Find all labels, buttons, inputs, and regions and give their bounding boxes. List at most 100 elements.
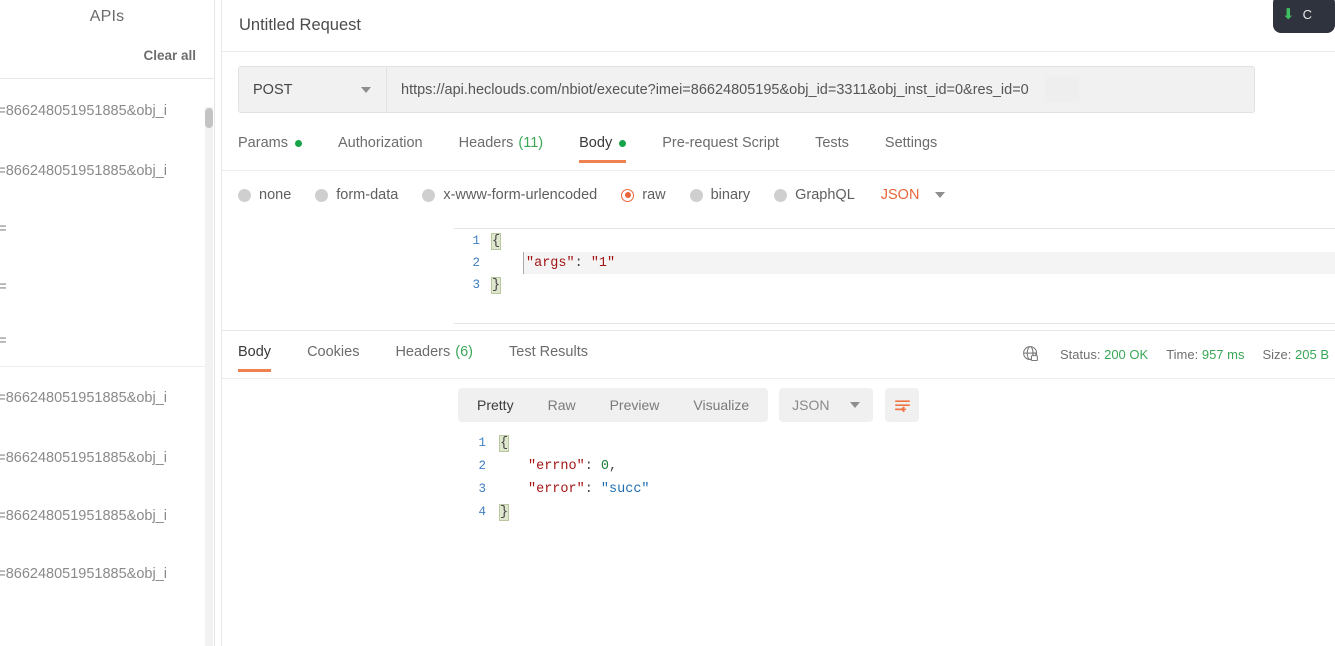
radio-icon	[774, 188, 788, 202]
list-item-label: i=866248051951885&obj_i	[0, 450, 167, 466]
list-item[interactable]: i=866248051951885&obj_i	[0, 367, 214, 429]
code-brace: {	[498, 434, 510, 452]
response-view-modes: Pretty Raw Preview Visualize	[458, 388, 769, 422]
tab-headers[interactable]: Headers (11)	[459, 131, 544, 163]
editor-bottom-border	[454, 323, 1335, 324]
time-metric: Time: 957 ms	[1166, 347, 1244, 362]
view-mode-preview[interactable]: Preview	[593, 388, 677, 422]
code-brace: }	[498, 503, 510, 521]
code-line: }	[498, 503, 510, 521]
page-title[interactable]: Untitled Request	[239, 16, 361, 35]
url-text-head: https://api.heclouds.com/nbiot/execute?i…	[401, 81, 780, 98]
json-key: "args"	[526, 255, 575, 271]
list-item[interactable]: i=866248051951885&obj_i	[0, 142, 214, 200]
download-notification-label: C	[1302, 6, 1312, 22]
json-value: "1"	[590, 255, 616, 271]
sidebar: APIs Clear all i=866248051951885&obj_i i…	[0, 0, 215, 646]
list-item[interactable]: i=866248051951885&obj_i	[0, 316, 214, 366]
body-type-label: GraphQL	[795, 187, 855, 203]
clear-all-button[interactable]: Clear all	[143, 48, 196, 63]
response-format-label: JSON	[792, 397, 830, 413]
request-tabs: Params Authorization Headers (11) Body P…	[238, 131, 937, 167]
body-type-none[interactable]: none	[238, 187, 291, 203]
status-metric: Status: 200 OK	[1060, 347, 1148, 362]
tab-label: Headers	[458, 135, 514, 151]
json-comma: ,	[609, 458, 618, 474]
tab-params[interactable]: Params	[238, 131, 302, 163]
sidebar-header-title: APIs	[89, 7, 125, 25]
tab-label: Pre-request Script	[662, 135, 780, 151]
code-line: {	[490, 232, 502, 250]
response-tab-cookies[interactable]: Cookies	[307, 340, 359, 372]
request-body-editor[interactable]: 1 { 2 "args": "1" 3 }	[454, 228, 1335, 324]
response-tabs-divider	[222, 378, 1335, 379]
http-method-select[interactable]: POST	[239, 67, 387, 112]
radio-icon	[238, 188, 251, 202]
line-number: 3	[478, 482, 486, 496]
sidebar-scrollbar-thumb[interactable]	[205, 108, 213, 128]
tab-authorization[interactable]: Authorization	[338, 131, 423, 163]
view-mode-raw[interactable]: Raw	[531, 388, 593, 422]
body-type-graphql[interactable]: GraphQL	[774, 187, 855, 203]
body-type-label: x-www-form-urlencoded	[443, 187, 598, 203]
word-wrap-button[interactable]	[885, 388, 920, 422]
download-arrow-icon: ⬇	[1282, 5, 1295, 23]
tab-tests[interactable]: Tests	[815, 131, 849, 163]
line-number: 1	[478, 436, 486, 450]
size-value: 205 B	[1295, 346, 1329, 362]
postman-window: APIs Clear all i=866248051951885&obj_i i…	[0, 0, 1335, 646]
response-tab-test-results[interactable]: Test Results	[509, 340, 588, 372]
response-tab-headers[interactable]: Headers (6)	[395, 340, 473, 372]
list-item[interactable]: i=866248051951885&obj_i	[0, 258, 214, 316]
url-input[interactable]: https://api.heclouds.com/nbiot/execute?i…	[387, 67, 1254, 112]
view-mode-visualize[interactable]: Visualize	[676, 388, 766, 422]
request-tabs-divider	[222, 170, 1335, 171]
list-item[interactable]: i=866248051951885&obj_i	[0, 200, 214, 258]
list-item[interactable]: i=866248051951885&obj_i	[0, 79, 214, 142]
http-method-label: POST	[253, 81, 293, 98]
line-number: 2	[478, 459, 486, 473]
body-type-form-data[interactable]: form-data	[315, 187, 398, 203]
download-notification-popup[interactable]: ⬇ C	[1273, 0, 1335, 33]
body-type-label: raw	[642, 187, 666, 203]
list-item[interactable]: i=866248051951885&obj_i	[0, 545, 214, 603]
body-type-raw[interactable]: raw	[621, 187, 666, 203]
sidebar-clear-all-row: Clear all	[0, 33, 214, 78]
body-type-options: none form-data x-www-form-urlencoded raw…	[238, 182, 946, 208]
tab-count: (6)	[455, 344, 473, 360]
radio-icon-selected	[621, 188, 635, 202]
radio-icon	[422, 188, 436, 202]
response-body-viewer[interactable]: 1 { 2 "errno": 0, 3 "error": "succ" 4 }	[454, 432, 1335, 542]
globe-lock-icon[interactable]	[1022, 345, 1040, 363]
modified-dot-icon	[619, 139, 627, 147]
view-mode-pretty[interactable]: Pretty	[460, 388, 531, 422]
body-language-select[interactable]: JSON	[881, 187, 946, 203]
tab-count: (11)	[518, 135, 544, 151]
tab-body[interactable]: Body	[579, 131, 627, 163]
time-label: Time:	[1166, 346, 1199, 362]
body-type-x-www-form-urlencoded[interactable]: x-www-form-urlencoded	[422, 187, 597, 203]
url-redaction-mask	[1046, 77, 1079, 101]
response-format-select[interactable]: JSON	[779, 388, 874, 422]
json-colon: :	[574, 255, 591, 271]
modified-dot-icon	[294, 139, 302, 147]
size-label: Size:	[1262, 346, 1292, 362]
tab-pre-request-script[interactable]: Pre-request Script	[662, 131, 779, 163]
status-label: Status:	[1060, 346, 1101, 362]
body-type-label: none	[259, 187, 292, 203]
code-brace: }	[490, 276, 502, 294]
code-line: {	[498, 434, 510, 452]
list-item-label: i=866248051951885&obj_i	[0, 279, 6, 295]
tab-settings[interactable]: Settings	[885, 131, 937, 163]
list-item-label: i=866248051951885&obj_i	[0, 163, 167, 179]
list-item[interactable]: i=866248051951885&obj_i	[0, 487, 214, 545]
body-type-binary[interactable]: binary	[689, 187, 750, 203]
tab-label: Params	[238, 135, 288, 151]
list-item-label: i=866248051951885&obj_i	[0, 566, 167, 582]
sidebar-scrollbar-track[interactable]	[205, 107, 213, 646]
list-item[interactable]: i=866248051951885&obj_i	[0, 429, 214, 487]
title-divider	[222, 51, 1335, 52]
radio-icon	[315, 188, 329, 202]
json-colon: :	[584, 481, 601, 497]
response-tab-body[interactable]: Body	[238, 340, 272, 372]
